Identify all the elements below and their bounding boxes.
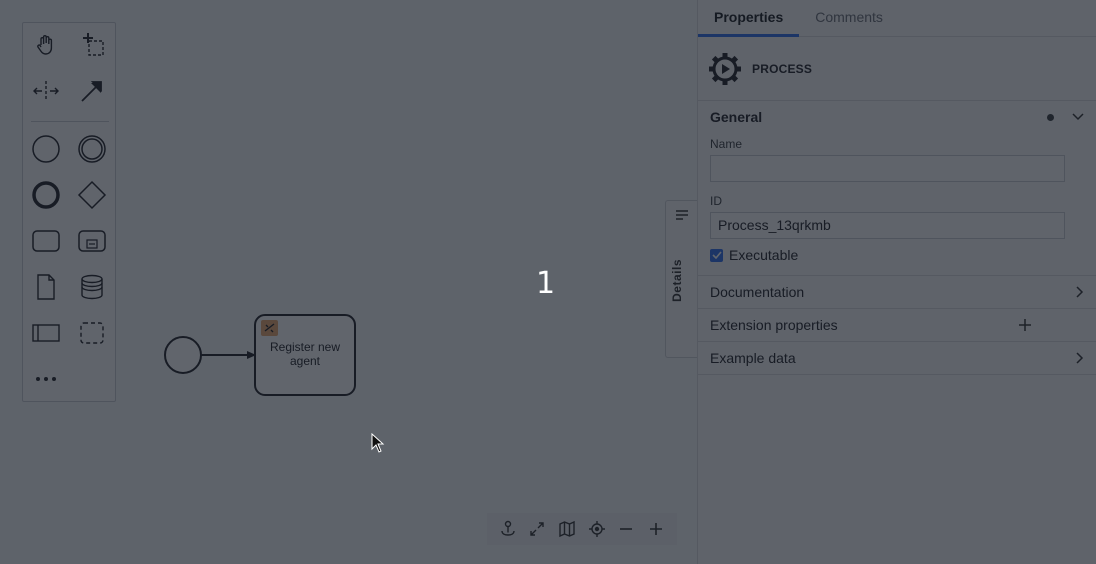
id-label: ID — [710, 194, 722, 208]
details-tab-label: Details — [670, 259, 684, 302]
start-event[interactable] — [164, 336, 202, 374]
group-general: General Name ID Process_13qrkmb Executab… — [698, 101, 1096, 276]
chevron-right-icon — [1076, 286, 1084, 298]
mouse-cursor-icon — [371, 433, 385, 453]
fullscreen-icon[interactable] — [525, 517, 549, 541]
minimap-icon[interactable] — [555, 517, 579, 541]
task-label: Register new agent — [269, 340, 341, 368]
step-number: 1 — [536, 266, 556, 301]
executable-checkbox[interactable] — [710, 248, 723, 262]
group-extension-properties: Extension properties — [698, 309, 1096, 342]
lines-icon — [676, 210, 688, 220]
group-extension-properties-header[interactable]: Extension properties — [698, 309, 1096, 341]
center-icon[interactable] — [585, 517, 609, 541]
chevron-down-icon — [1072, 113, 1084, 121]
name-label: Name — [710, 137, 743, 151]
panel-element-type: PROCESS — [752, 61, 813, 76]
chevron-right-icon — [1076, 352, 1084, 364]
executable-label: Executable — [729, 247, 799, 263]
group-general-title: General — [710, 109, 763, 125]
group-example-data: Example data — [698, 342, 1096, 375]
group-example-data-title: Example data — [710, 350, 796, 366]
process-gear-icon — [709, 52, 741, 85]
id-field[interactable]: Process_13qrkmb — [710, 212, 1065, 239]
diagram-canvas[interactable]: Register new agent Details — [0, 0, 698, 564]
name-field[interactable] — [710, 155, 1065, 182]
zoom-out-icon[interactable] — [614, 517, 638, 541]
group-documentation: Documentation — [698, 276, 1096, 309]
group-general-header[interactable]: General — [698, 101, 1096, 133]
details-tab[interactable]: Details — [665, 200, 698, 358]
canvas-toolbar — [487, 513, 677, 545]
add-icon[interactable] — [1018, 318, 1032, 332]
group-documentation-title: Documentation — [710, 284, 805, 300]
panel-header: PROCESS — [698, 37, 1096, 101]
check-icon — [711, 251, 722, 259]
properties-panel: Properties Comments PROCESS General Name… — [697, 0, 1096, 564]
tab-properties[interactable]: Properties — [698, 0, 800, 37]
group-documentation-header[interactable]: Documentation — [698, 276, 1096, 308]
tab-comments[interactable]: Comments — [799, 0, 899, 37]
panel-tabs: Properties Comments — [698, 0, 1096, 37]
data-marker-icon — [1047, 113, 1054, 121]
reset-view-icon[interactable] — [496, 517, 520, 541]
zoom-in-icon[interactable] — [644, 517, 668, 541]
group-extension-properties-title: Extension properties — [710, 317, 838, 333]
group-example-data-header[interactable]: Example data — [698, 342, 1096, 374]
executable-row: Executable — [710, 247, 1084, 263]
bpmn-diagram — [164, 314, 356, 396]
